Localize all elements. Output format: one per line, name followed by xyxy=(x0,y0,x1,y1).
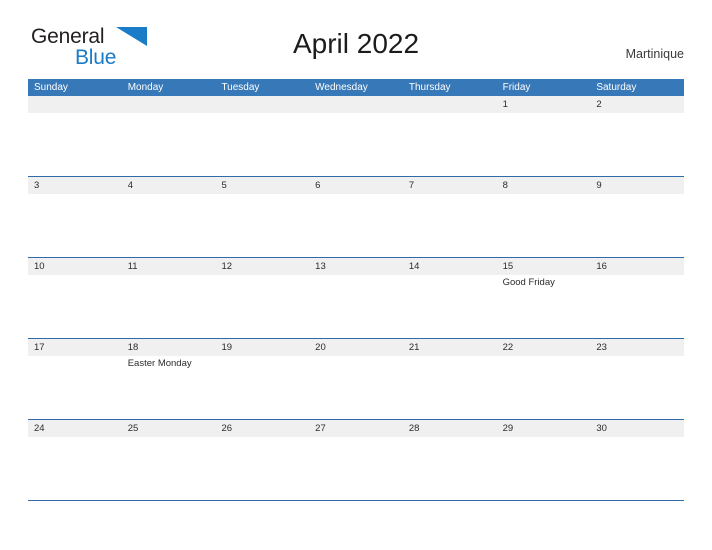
day-cell[interactable]: 5 xyxy=(215,177,309,257)
day-cell[interactable]: 21 xyxy=(403,339,497,419)
day-number: 8 xyxy=(502,180,508,191)
day-number: 16 xyxy=(596,261,607,272)
day-cell[interactable]: 25 xyxy=(122,420,216,500)
week-cells: 10 11 12 13 14 15 Good Friday 16 xyxy=(28,258,684,338)
day-number: 21 xyxy=(408,342,420,353)
weekday-header-friday: Friday xyxy=(502,82,531,93)
day-number: 12 xyxy=(221,261,233,272)
day-cell[interactable]: 29 xyxy=(497,420,591,500)
day-cell[interactable]: 15 Good Friday xyxy=(497,258,591,338)
week-cells: 12 xyxy=(28,96,684,176)
calendar-week-row: 17 18 Easter Monday 19 20 21 22 23 xyxy=(28,339,684,420)
day-cell[interactable]: 26 xyxy=(215,420,309,500)
day-number: 9 xyxy=(596,180,602,191)
day-cell[interactable]: 18 Easter Monday xyxy=(122,339,216,419)
day-cell[interactable]: 16 xyxy=(590,258,684,338)
day-cell[interactable]: 12 xyxy=(215,258,309,338)
weekday-header-thursday: Thursday xyxy=(408,82,451,93)
day-number: 29 xyxy=(502,423,514,434)
weekday-header-row: Sunday Monday Tuesday Wednesday Thursday… xyxy=(28,79,684,96)
day-cell-empty xyxy=(28,96,122,176)
week-cells: 24 25 26 27 28 29 30 xyxy=(28,420,684,500)
day-number: 13 xyxy=(315,261,326,272)
day-cell[interactable]: 7 xyxy=(403,177,497,257)
day-cell[interactable]: 9 xyxy=(590,177,684,257)
weekday-header-wednesday: Wednesday xyxy=(315,82,368,93)
day-event-label: Good Friday xyxy=(502,277,555,288)
day-number: 30 xyxy=(596,423,607,434)
day-number: 23 xyxy=(596,342,607,353)
day-cell[interactable]: 27 xyxy=(309,420,403,500)
day-cell[interactable]: 20 xyxy=(309,339,403,419)
day-number: 2 xyxy=(596,99,602,110)
day-number: 25 xyxy=(127,423,139,434)
day-cell[interactable]: 2 xyxy=(590,96,684,176)
page-title: April 2022 xyxy=(292,28,420,59)
day-events: Easter Monday xyxy=(128,356,216,370)
weekday-header-tuesday: Tuesday xyxy=(221,82,260,93)
region-label: Martinique xyxy=(625,47,684,61)
day-number: 20 xyxy=(315,342,326,353)
day-number: 14 xyxy=(408,261,420,272)
day-number: 18 xyxy=(127,342,139,353)
calendar-weeks: 1 2 3 4 5 6 7 8 9 10 11 12 13 14 15 Good Friday 16 17 18 Ea… xyxy=(28,96,684,501)
day-cell[interactable]: 28 xyxy=(403,420,497,500)
day-number: 19 xyxy=(221,342,233,353)
day-cell[interactable]: 24 xyxy=(28,420,122,500)
day-number: 1 xyxy=(502,99,508,110)
day-event-label: Easter Monday xyxy=(127,358,192,369)
day-cell[interactable]: 11 xyxy=(122,258,216,338)
day-number: 11 xyxy=(127,261,138,272)
day-number: 5 xyxy=(221,180,227,191)
day-number: 7 xyxy=(408,180,415,191)
day-cell[interactable]: 10 xyxy=(28,258,122,338)
day-cell[interactable]: 8 xyxy=(497,177,591,257)
calendar-week-row: 12 xyxy=(28,96,684,177)
day-number: 26 xyxy=(221,423,233,434)
day-cell[interactable]: 23 xyxy=(590,339,684,419)
day-number: 22 xyxy=(502,342,514,353)
day-number: 4 xyxy=(127,180,134,191)
day-cell-empty xyxy=(309,96,403,176)
week-cells: 17 18 Easter Monday 19 20 21 22 23 xyxy=(28,339,684,419)
day-number: 28 xyxy=(408,423,420,434)
calendar-week-row: 24 25 26 27 28 29 30 xyxy=(28,420,684,501)
calendar-grid: Sunday Monday Tuesday Wednesday Thursday… xyxy=(28,79,684,501)
day-cell-empty xyxy=(215,96,309,176)
day-cell[interactable]: 4 xyxy=(122,177,216,257)
day-cell[interactable]: 22 xyxy=(497,339,591,419)
weekday-header-saturday: Saturday xyxy=(596,82,637,93)
day-number: 3 xyxy=(34,180,40,191)
calendar-week-row: 3 4 5 6 7 8 9 xyxy=(28,177,684,258)
day-cell-empty xyxy=(122,96,216,176)
day-cell[interactable]: 17 xyxy=(28,339,122,419)
day-cell[interactable]: 19 xyxy=(215,339,309,419)
day-number: 10 xyxy=(34,261,45,272)
day-number: 6 xyxy=(315,180,321,191)
day-cell[interactable]: 3 xyxy=(28,177,122,257)
weekday-header-sunday: Sunday xyxy=(34,82,68,93)
weekday-header-monday: Monday xyxy=(127,82,164,93)
day-cell[interactable]: 13 xyxy=(309,258,403,338)
day-cell[interactable]: 6 xyxy=(309,177,403,257)
week-cells: 3 4 5 6 7 8 9 xyxy=(28,177,684,257)
day-number: 17 xyxy=(34,342,45,353)
day-number: 15 xyxy=(502,261,514,272)
day-cell[interactable]: 30 xyxy=(590,420,684,500)
day-events: Good Friday xyxy=(503,275,591,289)
calendar-week-row: 10 11 12 13 14 15 Good Friday 16 xyxy=(28,258,684,339)
day-number: 24 xyxy=(34,423,45,434)
day-cell[interactable]: 14 xyxy=(403,258,497,338)
day-cell[interactable]: 1 xyxy=(497,96,591,176)
day-number: 27 xyxy=(315,423,326,434)
page-header: General Blue April 2022 Martinique xyxy=(0,0,712,68)
day-cell-empty xyxy=(403,96,497,176)
